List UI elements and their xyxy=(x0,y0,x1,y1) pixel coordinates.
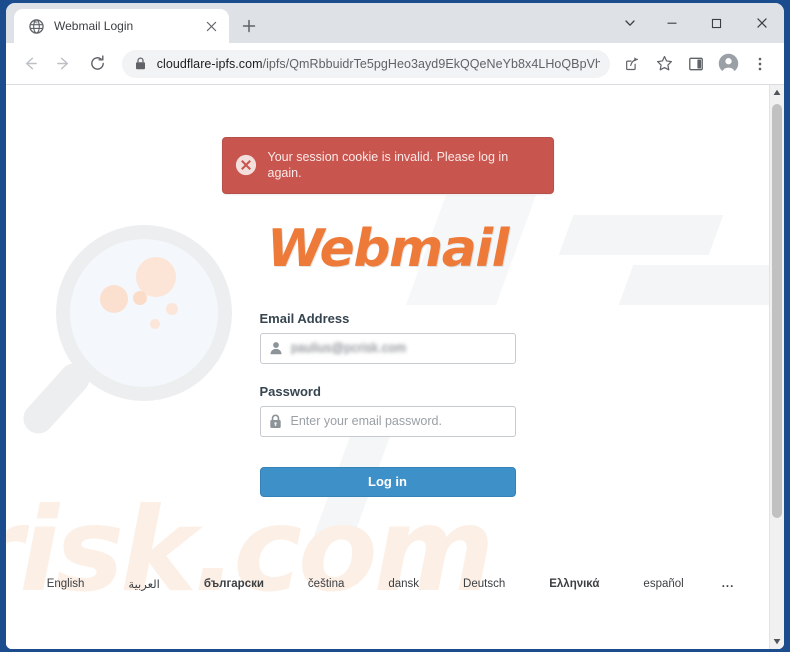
language-selector: English العربية български čeština dansk Deuts… xyxy=(6,577,769,591)
close-icon[interactable] xyxy=(201,16,221,36)
three-dot-menu-icon[interactable] xyxy=(746,50,774,78)
language-link[interactable]: español xyxy=(621,578,705,590)
maximize-icon[interactable] xyxy=(694,5,739,41)
arrow-right-icon[interactable] xyxy=(50,49,77,79)
page-viewport: risk.com Your session cookie is invalid.… xyxy=(6,85,784,649)
language-link[interactable]: English xyxy=(25,578,107,590)
arrow-left-icon[interactable] xyxy=(17,49,44,79)
login-button[interactable]: Log in xyxy=(259,466,516,497)
error-alert-message: Your session cookie is invalid. Please l… xyxy=(267,150,509,181)
minimize-icon[interactable] xyxy=(649,5,694,41)
scrollbar-track[interactable] xyxy=(770,100,784,634)
url-text: cloudflare-ipfs.com/ipfs/QmRbbuidrTe5pgH… xyxy=(157,57,600,71)
language-link[interactable]: čeština xyxy=(286,578,366,590)
password-field-group: Password xyxy=(259,383,516,437)
email-input[interactable] xyxy=(290,333,515,363)
chevron-down-icon[interactable] xyxy=(611,5,649,41)
webmail-logo: Webmail xyxy=(267,218,509,279)
error-circle-x-icon xyxy=(235,154,257,176)
address-bar[interactable]: cloudflare-ipfs.com/ipfs/QmRbbuidrTe5pgH… xyxy=(121,49,611,78)
window-controls xyxy=(611,3,784,43)
triangle-up-icon[interactable] xyxy=(770,85,784,100)
watermark-text: risk.com xyxy=(6,483,495,618)
url-host: cloudflare-ipfs.com xyxy=(156,56,263,71)
page-scrollbar[interactable] xyxy=(769,85,784,649)
email-field-group: Email Address xyxy=(259,310,516,364)
webmail-login-page: risk.com Your session cookie is invalid.… xyxy=(6,85,769,649)
globe-icon xyxy=(28,18,44,34)
reload-icon[interactable] xyxy=(83,49,110,79)
password-label: Password xyxy=(259,383,321,399)
browser-tab[interactable]: Webmail Login xyxy=(14,9,229,43)
language-link[interactable]: dansk xyxy=(366,578,441,590)
lock-closed-icon xyxy=(261,414,291,429)
login-content: Your session cookie is invalid. Please l… xyxy=(6,85,769,497)
login-form: Email Address Password xyxy=(259,310,516,497)
password-input[interactable] xyxy=(290,406,515,436)
close-icon[interactable] xyxy=(739,5,784,41)
side-panel-icon[interactable] xyxy=(682,50,710,78)
plus-icon[interactable] xyxy=(235,12,263,40)
url-path: /ipfs/QmRbbuidrTe5pgHeo3ayd9EkQQeNeYb8x4… xyxy=(262,56,601,71)
language-link[interactable]: Deutsch xyxy=(441,578,527,590)
tab-strip: Webmail Login xyxy=(6,3,784,43)
share-icon[interactable] xyxy=(618,50,646,78)
language-link[interactable]: български xyxy=(182,578,286,590)
email-label: Email Address xyxy=(259,310,350,326)
language-link[interactable]: العربية xyxy=(106,577,181,591)
star-icon[interactable] xyxy=(650,50,678,78)
tab-title: Webmail Login xyxy=(54,19,134,33)
password-input-wrap[interactable] xyxy=(259,405,516,437)
user-icon xyxy=(261,341,291,355)
browser-window: Webmail Login cloudflare-ipfs.com/ipfs/Q… xyxy=(6,3,784,649)
profile-avatar-icon[interactable] xyxy=(714,50,742,78)
error-alert-banner: Your session cookie is invalid. Please l… xyxy=(221,137,554,194)
language-link[interactable]: Ελληνικά xyxy=(527,578,621,590)
language-more-button[interactable]: ... xyxy=(706,578,751,590)
triangle-down-icon[interactable] xyxy=(770,634,784,649)
browser-toolbar: cloudflare-ipfs.com/ipfs/QmRbbuidrTe5pgH… xyxy=(6,43,784,85)
scrollbar-thumb[interactable] xyxy=(772,104,782,518)
email-input-wrap[interactable] xyxy=(259,332,516,364)
lock-icon xyxy=(134,57,148,71)
